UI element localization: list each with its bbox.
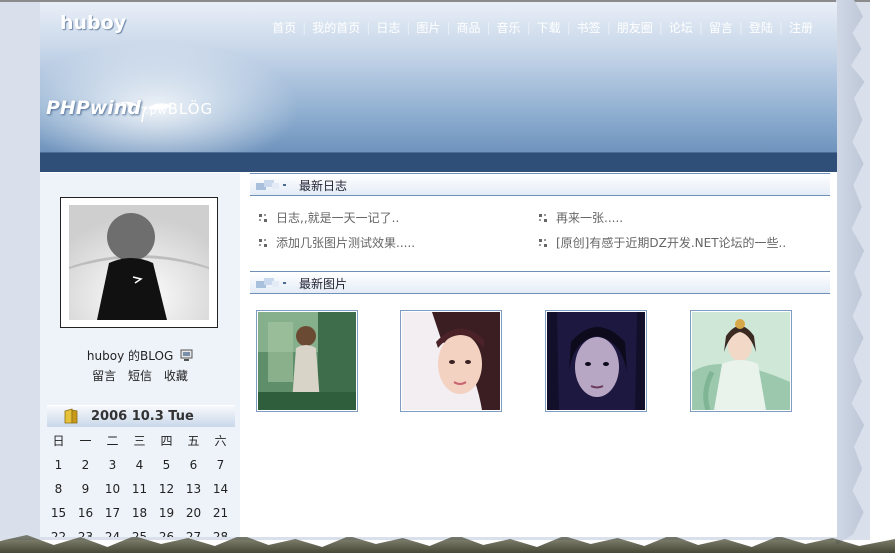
guestbook-link[interactable]: 留言 <box>92 369 116 383</box>
message-link[interactable]: 短信 <box>128 369 152 383</box>
nav-my-home[interactable]: 我的首页 <box>312 19 360 36</box>
monitor-icon[interactable] <box>180 349 193 362</box>
photo-image <box>692 312 790 410</box>
calendar-day[interactable]: 22 <box>45 525 72 537</box>
calendar-weekday: 四 <box>160 434 173 448</box>
photo-image <box>402 312 500 410</box>
section-bars-icon <box>256 180 286 190</box>
bullet-icon <box>259 239 267 247</box>
nav-forum[interactable]: 论坛 <box>669 19 693 36</box>
calendar-day[interactable]: 12 <box>153 477 180 501</box>
sidebar: huboy 的BLOG 留言 短信 收藏 2006 10.3 Tue 日 一 二… <box>40 173 240 537</box>
picture-thumbnail[interactable] <box>400 310 502 412</box>
nav-journal[interactable]: 日志 <box>376 19 400 36</box>
phpwind-logo[interactable]: PHPwind:pwBLÖG <box>46 97 213 119</box>
calendar-grid: 日 一 二 三 四 五 六 1 2 3 4 5 6 7 8 9 10 11 12… <box>45 429 237 537</box>
avatar-silhouette-icon <box>69 205 209 320</box>
bullet-icon <box>259 214 267 222</box>
nav-login[interactable]: 登陆 <box>749 19 773 36</box>
nav-downloads[interactable]: 下载 <box>537 19 561 36</box>
latest-logs-header: 最新日志 <box>250 173 830 196</box>
bullet-icon <box>539 239 547 247</box>
calendar-weekday: 二 <box>106 434 119 448</box>
calendar-day[interactable]: 19 <box>153 501 180 525</box>
calendar-day[interactable]: 18 <box>126 501 153 525</box>
main-content: 最新日志 日志,,就是一天一记了.. 再来一张..... 添加几张图片测试效果.… <box>250 173 830 424</box>
photo-image <box>258 312 356 410</box>
nav-home[interactable]: 首页 <box>272 19 296 36</box>
calendar-day[interactable]: 27 <box>180 525 207 537</box>
calendar-folder-icon <box>64 408 78 424</box>
log-item[interactable]: 日志,,就是一天一记了.. <box>258 209 399 226</box>
calendar-day[interactable]: 28 <box>207 525 234 537</box>
calendar-day[interactable]: 23 <box>72 525 99 537</box>
calendar-weekday: 日 <box>52 434 65 448</box>
calendar-day[interactable]: 11 <box>126 477 153 501</box>
calendar-day[interactable]: 13 <box>180 477 207 501</box>
blog-title: huboy 的BLOG <box>40 347 240 364</box>
latest-logs-title: 最新日志 <box>299 179 348 193</box>
calendar-day[interactable]: 3 <box>99 453 126 477</box>
calendar-day[interactable]: 20 <box>180 501 207 525</box>
nav-goods[interactable]: 商品 <box>456 19 480 36</box>
blog-page: huboy 首页 | 我的首页 | 日志 | 图片 | 商品 | 音乐 | 下载 | 书签 | … <box>40 2 837 537</box>
calendar-day[interactable]: 4 <box>126 453 153 477</box>
section-bars-icon <box>256 278 286 288</box>
nav-bookmarks[interactable]: 书签 <box>577 19 601 36</box>
latest-logs-list: 日志,,就是一天一记了.. 再来一张..... 添加几张图片测试效果..... … <box>250 196 830 271</box>
site-name[interactable]: huboy <box>60 12 126 34</box>
sidebar-links: 留言 短信 收藏 <box>40 367 240 384</box>
calendar-date: 2006 10.3 Tue <box>91 409 194 424</box>
picture-thumbnail[interactable] <box>545 310 647 412</box>
calendar-weekday: 六 <box>214 434 227 448</box>
favorites-link[interactable]: 收藏 <box>164 369 188 383</box>
calendar-day[interactable]: 24 <box>99 525 126 537</box>
calendar-weekday: 五 <box>187 434 200 448</box>
top-nav: 首页 | 我的首页 | 日志 | 图片 | 商品 | 音乐 | 下载 | 书签 | 朋友圈 | 论… <box>272 19 813 36</box>
log-item[interactable]: [原创]有感于近期DZ开发.NET论坛的一些.. <box>538 234 786 251</box>
nav-friends[interactable]: 朋友圈 <box>617 19 653 36</box>
calendar-day[interactable]: 21 <box>207 501 234 525</box>
calendar-day[interactable]: 10 <box>99 477 126 501</box>
nav-music[interactable]: 音乐 <box>497 19 521 36</box>
calendar-day[interactable]: 16 <box>72 501 99 525</box>
calendar-weekday: 三 <box>133 434 146 448</box>
photo-image <box>547 312 645 410</box>
header-banner: huboy 首页 | 我的首页 | 日志 | 图片 | 商品 | 音乐 | 下载 | 书签 | … <box>40 2 837 152</box>
calendar-header: 2006 10.3 Tue <box>47 405 235 427</box>
picture-thumbnail[interactable] <box>256 310 358 412</box>
latest-pictures-grid <box>250 294 830 424</box>
calendar-day[interactable]: 6 <box>180 453 207 477</box>
calendar-day[interactable]: 17 <box>99 501 126 525</box>
calendar-day[interactable]: 15 <box>45 501 72 525</box>
nav-register[interactable]: 注册 <box>789 19 813 36</box>
calendar-day[interactable]: 1 <box>45 453 72 477</box>
calendar-weekday: 一 <box>79 434 92 448</box>
log-item[interactable]: 再来一张..... <box>538 209 623 226</box>
latest-pictures-title: 最新图片 <box>299 277 348 291</box>
bullet-icon <box>539 214 547 222</box>
calendar-day[interactable]: 9 <box>72 477 99 501</box>
nav-guestbook[interactable]: 留言 <box>709 19 733 36</box>
log-item[interactable]: 添加几张图片测试效果..... <box>258 234 415 251</box>
calendar-day[interactable]: 8 <box>45 477 72 501</box>
nav-pictures[interactable]: 图片 <box>416 19 440 36</box>
calendar-day[interactable]: 7 <box>207 453 234 477</box>
calendar-day[interactable]: 2 <box>72 453 99 477</box>
calendar-day[interactable]: 5 <box>153 453 180 477</box>
calendar-day[interactable]: 26 <box>153 525 180 537</box>
picture-thumbnail[interactable] <box>690 310 792 412</box>
latest-pictures-header: 最新图片 <box>250 271 830 294</box>
header-bar <box>40 152 837 172</box>
avatar[interactable] <box>60 197 218 328</box>
calendar-day[interactable]: 14 <box>207 477 234 501</box>
calendar-day[interactable]: 25 <box>126 525 153 537</box>
